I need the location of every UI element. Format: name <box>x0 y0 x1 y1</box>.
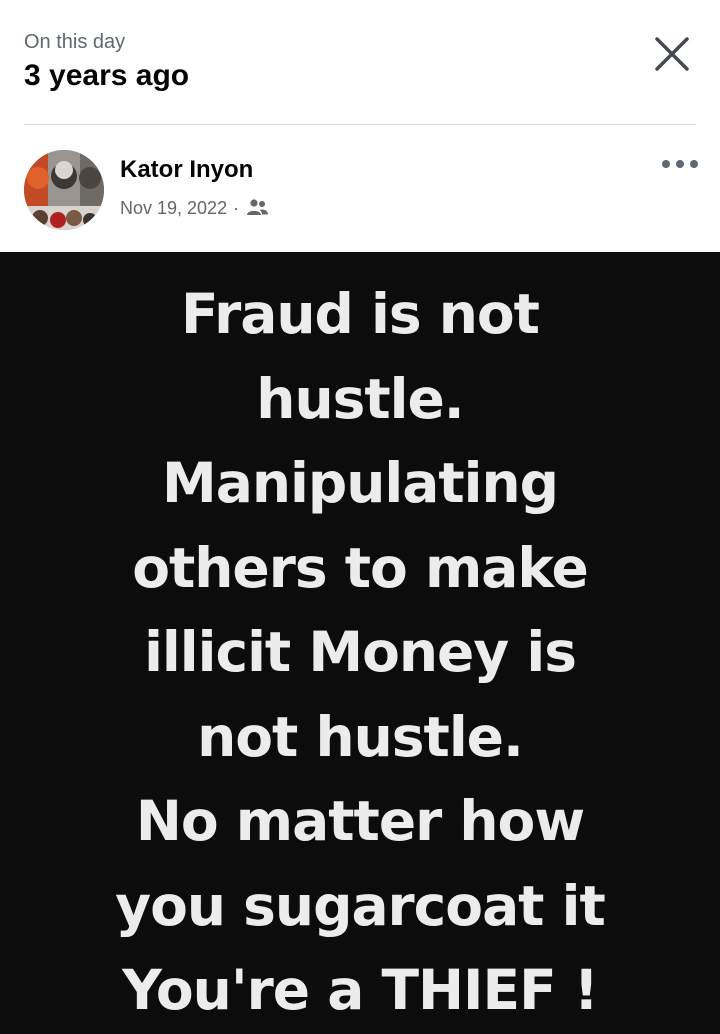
quote-line: others to make <box>132 535 589 600</box>
post-image[interactable]: Fraud is not hustle. Manipulating others… <box>0 252 720 1034</box>
memory-title: 3 years ago <box>24 59 190 92</box>
quote-line: not hustle. <box>197 704 524 769</box>
more-horizontal-icon <box>662 160 698 168</box>
image-quote-text: Fraud is not hustle. Manipulating others… <box>10 272 710 1033</box>
quote-line: you sugarcoat it <box>115 873 606 938</box>
more-options-button[interactable] <box>656 146 704 182</box>
quote-line: Manipulating <box>161 451 559 515</box>
post-date[interactable]: Nov 19, 2022 <box>120 198 227 219</box>
close-icon <box>655 37 689 71</box>
avatar-collage-image <box>24 150 104 230</box>
quote-line: You're a THIEF ! <box>122 958 599 1022</box>
memory-header: On this day 3 years ago <box>0 0 720 124</box>
post-author[interactable]: Kator Inyon <box>120 156 253 184</box>
memory-screen: On this day 3 years ago Kator Inyon Nov … <box>0 0 720 1034</box>
close-button[interactable] <box>648 30 696 78</box>
memory-kicker: On this day <box>24 31 126 53</box>
header-divider <box>24 124 696 125</box>
quote-line: illicit Money is <box>144 620 577 684</box>
post-header: Kator Inyon Nov 19, 2022 · <box>0 140 720 250</box>
friends-icon[interactable] <box>245 198 269 218</box>
quote-line: hustle. <box>256 366 464 431</box>
meta-separator: · <box>233 197 240 218</box>
quote-line: Fraud is not <box>181 282 540 346</box>
quote-line: No matter how <box>135 789 585 853</box>
avatar[interactable] <box>24 150 104 230</box>
post-meta: Nov 19, 2022 · <box>120 196 269 220</box>
